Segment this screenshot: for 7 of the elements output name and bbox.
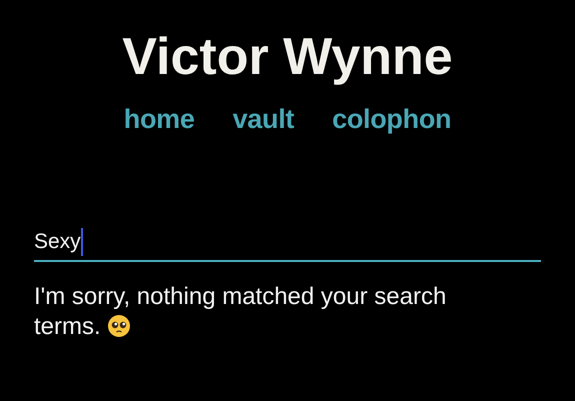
pleading-face-icon xyxy=(107,314,132,338)
nav-link[interactable]: colophon xyxy=(332,102,452,136)
nav-link[interactable]: vault xyxy=(232,102,294,136)
site-title[interactable]: Victor Wynne xyxy=(34,22,541,92)
search-field[interactable]: Sexy xyxy=(34,224,541,262)
no-results-message: I'm sorry, nothing matched your search terms. xyxy=(34,282,448,342)
nav-link[interactable]: home xyxy=(124,102,195,136)
